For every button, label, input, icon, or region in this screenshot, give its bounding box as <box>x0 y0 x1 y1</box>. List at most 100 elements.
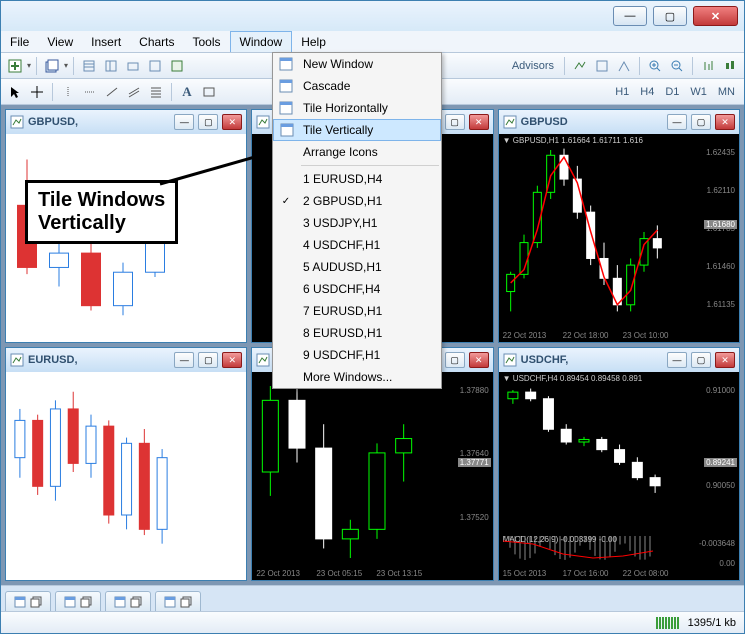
equidistant-channel-icon[interactable] <box>124 82 144 102</box>
periodicity-icon[interactable] <box>592 56 612 76</box>
chart-maximize-button[interactable]: ▢ <box>198 114 218 130</box>
zoom-out-icon[interactable] <box>667 56 687 76</box>
text-label-icon[interactable] <box>199 82 219 102</box>
window-icon <box>14 596 26 608</box>
chart-close-button[interactable]: ✕ <box>222 352 242 368</box>
chart-maximize-button[interactable]: ▢ <box>445 114 465 130</box>
terminal-icon[interactable] <box>123 56 143 76</box>
menu-insert[interactable]: Insert <box>82 31 130 52</box>
menu-item-8-eurusd-h1[interactable]: 8 EURUSD,H1 <box>273 322 441 344</box>
chart-title: GBPUSD <box>521 116 663 128</box>
timeframe-d1[interactable]: D1 <box>660 86 684 98</box>
chart-titlebar[interactable]: EURUSD, — ▢ ✕ <box>6 348 246 372</box>
chart-title: EURUSD, <box>28 354 170 366</box>
menu-item-cascade[interactable]: Cascade <box>273 75 441 97</box>
menu-window[interactable]: Window <box>230 31 293 52</box>
close-button[interactable]: ✕ <box>693 6 738 26</box>
window-menu-dropdown: New WindowCascadeTile HorizontallyTile V… <box>272 52 442 389</box>
expert-advisors-label[interactable]: Advisors <box>507 60 559 72</box>
crosshair-icon[interactable] <box>27 82 47 102</box>
chart-close-button[interactable]: ✕ <box>715 114 735 130</box>
chart-minimize-button[interactable]: — <box>174 114 194 130</box>
window-icon <box>164 596 176 608</box>
connection-status: 1395/1 kb <box>688 617 736 629</box>
candle-chart-icon[interactable] <box>720 56 740 76</box>
chart-canvas[interactable] <box>6 372 246 580</box>
indicator-tick: 0.00 <box>719 559 735 568</box>
zoom-in-icon[interactable] <box>645 56 665 76</box>
menu-item-tile-vertically[interactable]: Tile Vertically <box>273 119 441 141</box>
chart-maximize-button[interactable]: ▢ <box>691 114 711 130</box>
menu-view[interactable]: View <box>38 31 82 52</box>
chart-close-button[interactable]: ✕ <box>715 352 735 368</box>
menu-item-5-audusd-h1[interactable]: 5 AUDUSD,H1 <box>273 256 441 278</box>
chart-tab-3[interactable] <box>155 591 201 611</box>
tile-h-icon <box>278 100 294 116</box>
chart-titlebar[interactable]: GBPUSD, — ▢ ✕ <box>6 110 246 134</box>
menu-item-6-usdchf-h4[interactable]: 6 USDCHF,H4 <box>273 278 441 300</box>
timeframe-h4[interactable]: H4 <box>635 86 659 98</box>
menu-item-new-window[interactable]: New Window <box>273 53 441 75</box>
chart-titlebar[interactable]: GBPUSD — ▢ ✕ <box>499 110 739 134</box>
chart-window-5: USDCHF, — ▢ ✕ ▼ USDCHF,H4 0.89454 0.8945… <box>498 347 740 581</box>
market-watch-icon[interactable] <box>79 56 99 76</box>
chart-maximize-button[interactable]: ▢ <box>445 352 465 368</box>
chart-minimize-button[interactable]: — <box>667 114 687 130</box>
restore-icon <box>130 596 142 608</box>
chart-maximize-button[interactable]: ▢ <box>691 352 711 368</box>
profiles-icon[interactable] <box>42 56 62 76</box>
chart-minimize-button[interactable]: — <box>667 352 687 368</box>
menu-item-arrange-icons[interactable]: Arrange Icons <box>273 141 441 163</box>
menu-item-tile-horizontally[interactable]: Tile Horizontally <box>273 97 441 119</box>
menu-tools[interactable]: Tools <box>184 31 230 52</box>
bar-chart-icon[interactable] <box>698 56 718 76</box>
menu-item-3-usdjpy-h1[interactable]: 3 USDJPY,H1 <box>273 212 441 234</box>
chart-close-button[interactable]: ✕ <box>469 114 489 130</box>
menu-item-2-gbpusd-h1[interactable]: 2 GBPUSD,H1✓ <box>273 190 441 212</box>
vertical-line-icon[interactable] <box>58 82 78 102</box>
chart-maximize-button[interactable]: ▢ <box>198 352 218 368</box>
templates-icon[interactable] <box>614 56 634 76</box>
trendline-icon[interactable] <box>102 82 122 102</box>
macd-histogram <box>503 536 663 568</box>
indicator-list-icon[interactable] <box>570 56 590 76</box>
menu-help[interactable]: Help <box>292 31 335 52</box>
timeframe-h1[interactable]: H1 <box>610 86 634 98</box>
navigator-icon[interactable] <box>101 56 121 76</box>
minimize-button[interactable]: — <box>613 6 647 26</box>
horizontal-line-icon[interactable] <box>80 82 100 102</box>
chart-titlebar[interactable]: USDCHF, — ▢ ✕ <box>499 348 739 372</box>
chart-tab-1[interactable] <box>55 591 101 611</box>
chart-minimize-button[interactable]: — <box>174 352 194 368</box>
maximize-button[interactable]: ▢ <box>653 6 687 26</box>
menu-item-1-eurusd-h4[interactable]: 1 EURUSD,H4 <box>273 168 441 190</box>
new-order-icon[interactable] <box>167 56 187 76</box>
timeframe-w1[interactable]: W1 <box>685 86 712 98</box>
menubar: FileViewInsertChartsToolsWindowHelp <box>1 31 744 53</box>
current-price-label: 1.37771 <box>458 458 491 467</box>
chart-canvas[interactable]: ▼ GBPUSD,H1 1.61664 1.61711 1.6161.62435… <box>499 134 739 342</box>
chart-canvas[interactable]: 1.378801.376401.375201.3777122 Oct 20132… <box>252 372 492 580</box>
menu-file[interactable]: File <box>1 31 38 52</box>
chart-icon <box>10 353 24 367</box>
menu-item-9-usdchf-h1[interactable]: 9 USDCHF,H1 <box>273 344 441 366</box>
menu-item-7-eurusd-h1[interactable]: 7 EURUSD,H1 <box>273 300 441 322</box>
chart-icon <box>503 115 517 129</box>
fibonacci-icon[interactable] <box>146 82 166 102</box>
y-tick: 0.90050 <box>706 481 735 490</box>
chart-close-button[interactable]: ✕ <box>469 352 489 368</box>
chart-close-button[interactable]: ✕ <box>222 114 242 130</box>
menu-item-more-windows-[interactable]: More Windows... <box>273 366 441 388</box>
chart-tab-2[interactable] <box>105 591 151 611</box>
chart-tab-0[interactable] <box>5 591 51 611</box>
chart-canvas[interactable]: ▼ USDCHF,H4 0.89454 0.89458 0.8910.91000… <box>499 372 739 580</box>
x-tick: 22 Oct 08:00 <box>623 569 669 578</box>
strategy-tester-icon[interactable] <box>145 56 165 76</box>
chart-icon <box>256 115 270 129</box>
new-chart-icon[interactable] <box>5 56 25 76</box>
timeframe-mn[interactable]: MN <box>713 86 740 98</box>
text-icon[interactable]: A <box>177 82 197 102</box>
menu-item-4-usdchf-h1[interactable]: 4 USDCHF,H1 <box>273 234 441 256</box>
menu-charts[interactable]: Charts <box>130 31 183 52</box>
cursor-icon[interactable] <box>5 82 25 102</box>
